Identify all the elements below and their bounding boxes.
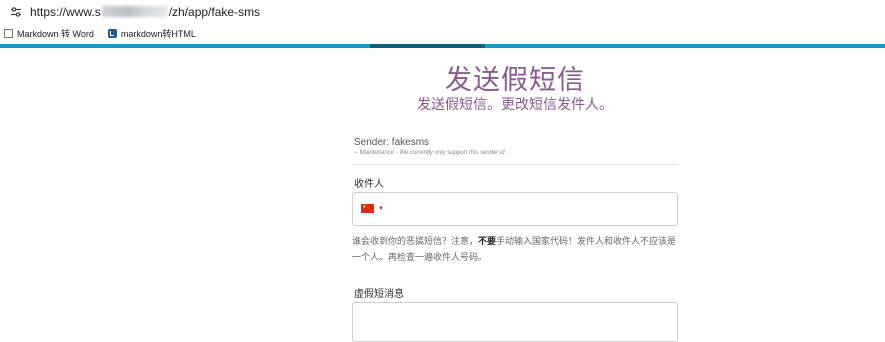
recipient-label: 收件人 — [354, 179, 384, 190]
sender-label: Sender: fakesms — [354, 137, 430, 148]
country-selector[interactable]: ★ ▼ — [361, 204, 384, 213]
recipient-hint: 谁会收到你的恶搞短信？注意，不要手动输入国家代码！发件人和收件人不应该是一个人。… — [352, 233, 682, 265]
hint-text: 谁会收到你的恶搞短信？注意， — [352, 236, 479, 246]
hint-bold: 不要 — [478, 236, 497, 246]
page-subtitle: 发送假短信。更改短信发件人。 — [417, 96, 613, 112]
url-redacted — [101, 6, 168, 17]
url-suffix: /zh/app/fake-sms — [168, 5, 261, 19]
page-title: 发送假短信 — [445, 65, 585, 95]
message-textarea[interactable] — [352, 302, 678, 342]
bookmark-markdown-html[interactable]: markdown转HTML — [107, 27, 196, 40]
bookmark-label: Markdown 转 Word — [17, 28, 94, 39]
chevron-down-icon: ▼ — [378, 205, 384, 212]
sender-note: -- Maintenance - We currently only suppo… — [354, 150, 505, 156]
china-flag-icon: ★ — [361, 204, 374, 213]
bookmark-markdown-word[interactable]: Markdown 转 Word — [4, 27, 94, 40]
message-label: 虚假短消息 — [354, 289, 404, 300]
document-icon — [4, 28, 13, 38]
tune-icon[interactable] — [8, 4, 24, 20]
divider — [352, 164, 678, 165]
address-bar: https://www.s/zh/app/fake-sms — [0, 0, 885, 24]
recipient-phone-input[interactable]: ★ ▼ — [352, 192, 678, 226]
bookmark-label: markdown转HTML — [120, 28, 196, 39]
bookmarks-bar: Markdown 转 Word markdown转HTML — [0, 24, 885, 42]
url-prefix: https://www.s — [30, 5, 101, 19]
markdown-icon — [107, 28, 117, 38]
header-stripe-accent — [370, 44, 485, 48]
url-field[interactable]: https://www.s/zh/app/fake-sms — [30, 5, 260, 19]
